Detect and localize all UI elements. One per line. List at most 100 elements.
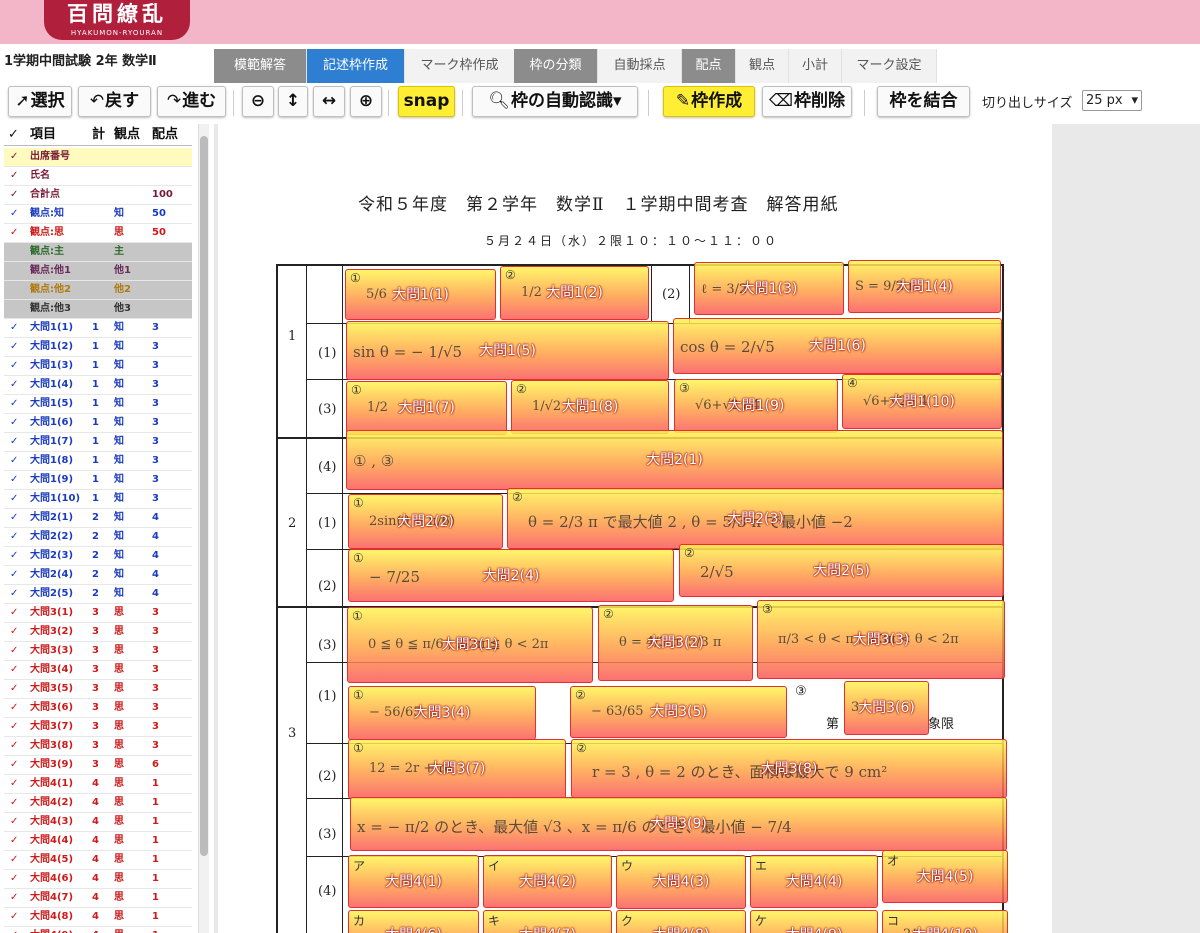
answer-box[interactable]: ③ √6+√2 / 4 大問1(9) (674, 379, 838, 433)
fit-width-button[interactable]: ↔ (313, 86, 345, 117)
item-row[interactable]: ✓ 大問3(4) 3 思 3 (4, 661, 192, 680)
item-row[interactable]: ✓ 大問4(4) 4 思 1 (4, 832, 192, 851)
tab-自動採点[interactable]: 自動採点 (598, 49, 682, 83)
answer-box[interactable]: ② 1/2 大問1(2) (500, 266, 649, 320)
check-icon[interactable]: ✓ (10, 585, 18, 603)
check-icon[interactable]: ✓ (10, 870, 18, 888)
answer-box[interactable]: ②θ = 4/3 π, 5/3 π 大問3(2) (598, 605, 753, 681)
check-icon[interactable]: ✓ (10, 148, 18, 166)
answer-sheet-canvas[interactable]: 令和５年度 第２学年 数学Ⅱ １学期中間考査 解答用紙 ５月２４日（水）２限１０… (214, 124, 1200, 933)
check-icon[interactable]: ✓ (10, 908, 18, 926)
item-row[interactable]: ✓ 大問3(6) 3 思 3 (4, 699, 192, 718)
answer-box[interactable]: ②r = 3 , θ = 2 のとき、面積は最大で 9 cm² 大問3(8) (571, 739, 1007, 798)
item-row[interactable]: ✓ 大問3(9) 3 思 6 (4, 756, 192, 775)
item-row[interactable]: ✓ 大問1(1) 1 知 3 (4, 319, 192, 338)
answer-box[interactable]: ウ大問4(3) (616, 855, 746, 909)
check-icon[interactable]: ✓ (10, 718, 18, 736)
check-icon[interactable]: ✓ (10, 623, 18, 641)
tab-観点[interactable]: 観点 (736, 49, 789, 83)
answer-box[interactable]: ②θ = 2/3 π で最大値 2 , θ = 5/3 π で最小値 −2 大問2… (507, 488, 1004, 549)
item-row[interactable]: ✓ 大問4(5) 4 思 1 (4, 851, 192, 870)
answer-box[interactable]: ① − 56/65 大問3(4) (348, 686, 536, 740)
check-icon[interactable]: ✓ (10, 205, 18, 223)
answer-box[interactable]: カ大問4(6) (348, 910, 479, 933)
check-icon[interactable]: ✓ (10, 566, 18, 584)
item-row[interactable]: ✓ 大問4(7) 4 思 1 (4, 889, 192, 908)
item-row[interactable]: 観点:他1 他1 (4, 262, 192, 281)
item-row[interactable]: ✓ 観点:思 思 50 (4, 224, 192, 243)
check-icon[interactable]: ✓ (10, 357, 18, 375)
check-icon[interactable]: ✓ (10, 528, 18, 546)
zoom-out-button[interactable]: ⊖ (242, 86, 274, 117)
tab-枠の分類[interactable]: 枠の分類 (514, 49, 598, 83)
answer-box[interactable]: ② 2/√5 大問2(5) (679, 544, 1004, 597)
item-row[interactable]: ✓ 大問1(9) 1 知 3 (4, 471, 192, 490)
answer-box[interactable]: イ大問4(2) (483, 855, 612, 908)
answer-box[interactable]: ① , ③ 大問2(1) (346, 430, 1003, 490)
answer-box[interactable]: キ大問4(7) (483, 910, 612, 933)
item-row[interactable]: ✓ 大問3(8) 3 思 3 (4, 737, 192, 756)
item-list-scrollbar[interactable] (198, 124, 209, 933)
item-row[interactable]: ✓ 大問3(5) 3 思 3 (4, 680, 192, 699)
answer-box[interactable]: エ大問4(4) (750, 855, 878, 908)
answer-box[interactable]: x = − π/2 のとき、最大値 √3 、x = π/6 のとき、最小値 − … (350, 797, 1007, 851)
item-row[interactable]: ✓ 合計点 100 (4, 186, 192, 205)
answer-box[interactable]: ① 5/6 大問1(1) (345, 269, 496, 320)
item-row[interactable]: ✓ 大問4(2) 4 思 1 (4, 794, 192, 813)
item-row[interactable]: ✓ 大問4(8) 4 思 1 (4, 908, 192, 927)
check-icon[interactable]: ✓ (10, 775, 18, 793)
check-icon[interactable]: ✓ (10, 338, 18, 356)
zoom-in-button[interactable]: ⊕ (350, 86, 382, 117)
check-icon[interactable]: ✓ (10, 604, 18, 622)
item-row[interactable]: ✓ 大問1(6) 1 知 3 (4, 414, 192, 433)
item-row[interactable]: ✓ 大問2(3) 2 知 4 (4, 547, 192, 566)
answer-box[interactable]: sin θ = − 1/√5 大問1(5) (346, 321, 669, 380)
check-icon[interactable]: ✓ (10, 509, 18, 527)
item-row[interactable]: ✓ 大問3(1) 3 思 3 (4, 604, 192, 623)
tab-配点[interactable]: 配点 (682, 49, 736, 83)
check-icon[interactable]: ✓ (10, 376, 18, 394)
item-row[interactable]: 観点:主 主 (4, 243, 192, 262)
item-row[interactable]: ✓ 大問1(7) 1 知 3 (4, 433, 192, 452)
check-icon[interactable]: ✓ (10, 433, 18, 451)
item-row[interactable]: ✓ 大問1(10) 1 知 3 (4, 490, 192, 509)
answer-box[interactable]: コ2/大問4(10) (882, 910, 1008, 933)
check-icon[interactable]: ✓ (10, 224, 18, 242)
answer-box[interactable]: ア大問4(1) (348, 855, 479, 908)
select-tool-button[interactable]: ➚選択 (8, 86, 72, 117)
check-icon[interactable]: ✓ (10, 832, 18, 850)
item-row[interactable]: ✓ 氏名 (4, 167, 192, 186)
item-row[interactable]: ✓ 出席番号 (4, 148, 192, 167)
delete-box-button[interactable]: ⌫枠削除 (762, 86, 852, 117)
item-row[interactable]: ✓ 観点:知 知 50 (4, 205, 192, 224)
cut-size-select[interactable]: 25 px (1082, 90, 1142, 111)
create-box-button[interactable]: ✎枠作成 (663, 86, 755, 117)
answer-box[interactable]: ④ √6+√2 / 4 大問1(10) (842, 374, 1002, 429)
item-row[interactable]: ✓ 大問2(4) 2 知 4 (4, 566, 192, 585)
answer-box[interactable]: cos θ = 2/√5 大問1(6) (673, 318, 1002, 374)
check-icon[interactable]: ✓ (10, 186, 18, 204)
answer-box[interactable]: 3 大問3(6) (844, 681, 929, 735)
check-icon[interactable]: ✓ (10, 319, 18, 337)
check-icon[interactable]: ✓ (10, 547, 18, 565)
check-icon[interactable]: ✓ (10, 490, 18, 508)
answer-box[interactable]: ク大問4(8) (616, 910, 746, 933)
check-all-icon[interactable]: ✓ (8, 124, 19, 146)
item-row[interactable]: ✓ 大問3(2) 3 思 3 (4, 623, 192, 642)
tab-記述枠作成[interactable]: 記述枠作成 (307, 49, 405, 83)
tab-マーク枠作成[interactable]: マーク枠作成 (405, 49, 515, 83)
item-row[interactable]: ✓ 大問1(3) 1 知 3 (4, 357, 192, 376)
merge-box-button[interactable]: 枠を結合 (877, 86, 970, 117)
check-icon[interactable]: ✓ (10, 414, 18, 432)
answer-box[interactable]: ℓ = 3/2 大問1(3) (694, 262, 844, 315)
item-row[interactable]: ✓ 大問1(4) 1 知 3 (4, 376, 192, 395)
check-icon[interactable]: ✓ (10, 794, 18, 812)
answer-box[interactable]: ① − 7/25 大問2(4) (348, 549, 674, 602)
item-row[interactable]: 観点:他3 他3 (4, 300, 192, 319)
item-row[interactable]: ✓ 大問4(3) 4 思 1 (4, 813, 192, 832)
check-icon[interactable]: ✓ (10, 167, 18, 185)
item-row[interactable]: ✓ 大問1(8) 1 知 3 (4, 452, 192, 471)
answer-box[interactable]: ① 2sin(θ − π/6) 大問2(2) (348, 494, 503, 549)
answer-box[interactable]: ③ π/3 < θ < π , 5/3π < θ < 2π 大問3(3) (757, 600, 1005, 679)
check-icon[interactable]: ✓ (10, 452, 18, 470)
